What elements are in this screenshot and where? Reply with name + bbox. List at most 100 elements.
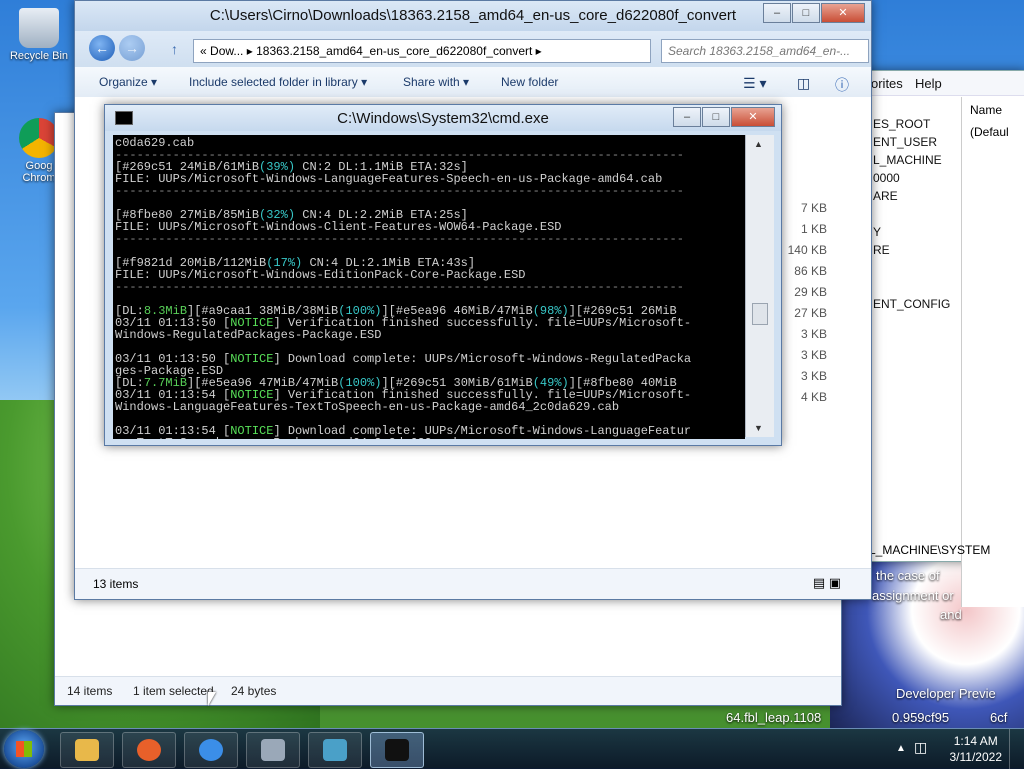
taskbar-firefox-button[interactable] — [122, 732, 176, 768]
bg-text-1: the case of — [876, 568, 940, 583]
regedit-icon — [323, 739, 347, 761]
recycle-bin-icon — [19, 8, 59, 48]
back-status-selected: 1 item selected — [133, 684, 214, 698]
taskbar-chrome-button[interactable] — [184, 732, 238, 768]
explorer-status-bar: 13 items ▤ ▣ — [75, 568, 871, 599]
regedit-status-path: L_MACHINE\SYSTEM — [869, 543, 991, 557]
minimize-button[interactable]: – — [763, 3, 791, 23]
reg-key-5[interactable]: ARE — [873, 189, 898, 203]
perfmon-icon — [261, 739, 285, 761]
cmd-minimize-button[interactable]: – — [673, 107, 701, 127]
console-separator: ----------------------------------------… — [115, 232, 684, 246]
organize-button[interactable]: Organize ▾ — [99, 75, 157, 89]
regedit-default-value[interactable]: (Defaul — [970, 125, 1009, 139]
cmd-maximize-button[interactable]: □ — [702, 107, 730, 127]
include-in-library-button[interactable]: Include selected folder in library ▾ — [189, 75, 367, 89]
file-size-2: 1 KB — [800, 222, 827, 236]
taskbar-perfmon-button[interactable] — [246, 732, 300, 768]
view-options-icon[interactable]: ☰ ▾ — [743, 75, 766, 92]
reg-key-8[interactable]: ENT_CONFIG — [873, 297, 950, 311]
file-size-10: 4 KB — [800, 390, 827, 404]
reg-key-6[interactable]: Y — [873, 225, 881, 239]
bg-text-3: and — [940, 607, 962, 622]
console-separator: ----------------------------------------… — [115, 184, 684, 198]
cmd-close-button[interactable]: ✕ — [731, 107, 775, 127]
console-line: Windows-LanguageFeatures-TextToSpeech-en… — [115, 400, 620, 414]
file-size-4: 86 KB — [794, 264, 827, 278]
taskbar-cmd-button[interactable] — [370, 732, 424, 768]
explorer-title-bar[interactable]: C:\Users\Cirno\Downloads\18363.2158_amd6… — [75, 1, 871, 31]
menu-favorites[interactable]: orites — [871, 76, 903, 91]
clock[interactable]: 1:14 AM 3/11/2022 — [950, 733, 1003, 765]
tray-up-arrow-icon[interactable]: ▲ — [896, 743, 906, 754]
clock-time: 1:14 AM — [953, 734, 998, 748]
cmd-caption-buttons: – □ ✕ — [672, 107, 775, 127]
explorer-status-items: 13 items — [93, 577, 139, 591]
back-status-items: 14 items — [67, 684, 113, 698]
network-icon[interactable]: ◫ — [914, 739, 927, 756]
help-icon[interactable]: ⓘ — [835, 75, 849, 95]
address-crumb-1[interactable]: Dow... — [210, 44, 243, 58]
console-scrollbar[interactable]: ▲ ▼ — [745, 135, 774, 437]
regedit-values-pane: Name (Defaul — [961, 97, 1024, 607]
clock-date: 3/11/2022 — [949, 750, 1003, 764]
file-size-1: 7 KB — [800, 201, 827, 215]
regedit-name-column-header[interactable]: Name — [970, 103, 1002, 117]
chrome-icon — [199, 739, 223, 761]
reg-key-1[interactable]: ES_ROOT — [873, 117, 930, 131]
bg-text-2: assignment or — [872, 588, 954, 603]
reg-key-7[interactable]: RE — [873, 243, 890, 257]
chrome-icon — [19, 118, 59, 158]
address-bar[interactable]: « Dow... ▸ 18363.2158_amd64_en-us_core_d… — [193, 39, 651, 63]
watermark-1: Developer Previe — [896, 686, 996, 701]
reg-key-2[interactable]: ENT_USER — [873, 135, 937, 149]
watermark-4: 6cf — [990, 710, 1008, 725]
mouse-cursor-icon — [208, 692, 216, 706]
file-size-9: 3 KB — [800, 369, 827, 383]
menu-help[interactable]: Help — [915, 76, 942, 91]
start-button[interactable] — [4, 730, 44, 768]
show-desktop-button[interactable] — [1009, 729, 1024, 769]
console-line: Windows-RegulatedPackages-Package.ESD — [115, 328, 382, 342]
share-with-button[interactable]: Share with ▾ — [403, 75, 469, 89]
file-size-3: 140 KB — [787, 243, 827, 257]
taskbar: ▲ ◫ 1:14 AM 3/11/2022 — [0, 728, 1024, 769]
explorer-nav-bar: ← → ↑ « Dow... ▸ 18363.2158_amd64_en-us_… — [75, 31, 871, 67]
file-size-8: 3 KB — [800, 348, 827, 362]
firefox-icon — [137, 739, 161, 761]
back-arrow-icon[interactable]: ← — [89, 35, 115, 61]
recycle-bin-label: Recycle Bin — [9, 50, 69, 62]
scroll-down-arrow-icon[interactable]: ▼ — [754, 423, 763, 433]
watermark-2: 64.fbl_leap.1108 — [726, 710, 822, 725]
close-button[interactable]: ✕ — [821, 3, 865, 23]
back-status-size: 24 bytes — [231, 684, 277, 698]
scroll-up-arrow-icon[interactable]: ▲ — [754, 139, 763, 149]
taskbar-regedit-button[interactable] — [308, 732, 362, 768]
new-folder-button[interactable]: New folder — [501, 75, 558, 89]
scroll-thumb[interactable] — [752, 303, 768, 325]
preview-pane-icon[interactable]: ◫ — [797, 75, 810, 92]
file-size-5: 29 KB — [794, 285, 827, 299]
search-input[interactable]: Search 18363.2158_amd64_en-... — [661, 39, 869, 63]
details-view-icon[interactable]: ▤ ▣ — [813, 575, 841, 591]
file-size-7: 3 KB — [800, 327, 827, 341]
explorer-caption-buttons: – □ ✕ — [762, 3, 865, 23]
reg-key-4[interactable]: 0000 — [873, 171, 900, 185]
explorer-icon — [75, 739, 99, 761]
regedit-menu-bar: orites Help — [861, 71, 1024, 96]
registry-editor-window[interactable]: orites Help ES_ROOT ENT_USER L_MACHINE 0… — [860, 70, 1024, 607]
up-arrow-icon[interactable]: ↑ — [171, 41, 178, 57]
cmd-title-bar[interactable]: C:\Windows\System32\cmd.exe – □ ✕ — [105, 105, 781, 131]
cmd-window[interactable]: C:\Windows\System32\cmd.exe – □ ✕ c0da62… — [104, 104, 782, 446]
forward-arrow-icon[interactable]: → — [119, 35, 145, 61]
taskbar-explorer-button[interactable] — [60, 732, 114, 768]
console-output[interactable]: c0da629.cab -----------------------------… — [113, 135, 745, 439]
reg-key-3[interactable]: L_MACHINE — [873, 153, 942, 167]
address-crumb-2[interactable]: 18363.2158_amd64_en-us_core_d622080f_con… — [256, 44, 532, 58]
cmd-icon — [385, 739, 409, 761]
maximize-button[interactable]: □ — [792, 3, 820, 23]
file-size-6: 27 KB — [794, 306, 827, 320]
recycle-bin-desktop-icon[interactable]: Recycle Bin — [4, 8, 74, 62]
watermark-3: 0.959cf95 — [892, 710, 950, 725]
windows-logo-icon — [16, 741, 32, 757]
